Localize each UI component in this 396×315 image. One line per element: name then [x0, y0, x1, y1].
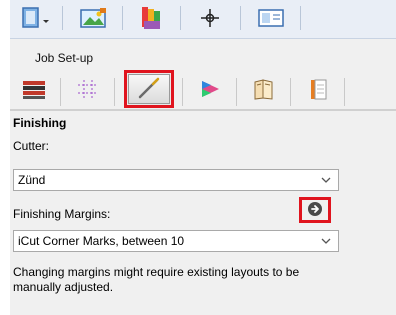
- job-setup-panel: Job Set-up Finishing Cutter: Zünd Finish…: [10, 0, 396, 315]
- margins-value: iCut Corner Marks, between 10: [18, 234, 185, 248]
- page-icon: [19, 6, 53, 30]
- layout-icon: [256, 7, 286, 29]
- color-prism-icon: [197, 77, 223, 104]
- color-profile-button[interactable]: [132, 4, 172, 32]
- grid-dots-icon: [75, 78, 101, 103]
- cutter-value: Zünd: [18, 173, 46, 187]
- image-import-button[interactable]: [74, 4, 114, 32]
- chevron-down-icon: [320, 170, 332, 190]
- document-icon: [306, 77, 330, 104]
- tab-document[interactable]: [296, 74, 340, 106]
- tab-grid[interactable]: [66, 74, 110, 106]
- margins-select[interactable]: iCut Corner Marks, between 10: [13, 230, 339, 252]
- section-title: Finishing: [13, 116, 67, 130]
- cutter-select[interactable]: Zünd: [13, 169, 339, 191]
- panel-title: Job Set-up: [35, 51, 94, 65]
- margins-info-button[interactable]: [299, 197, 331, 223]
- layout-view-button[interactable]: [250, 4, 292, 32]
- tabs-divider: [10, 109, 396, 111]
- tab-color[interactable]: [188, 74, 232, 106]
- tab-media[interactable]: [12, 74, 56, 106]
- tab-book[interactable]: [242, 74, 286, 106]
- arrow-right-circle-icon: [307, 201, 323, 220]
- color-swatch-icon: [138, 5, 166, 31]
- crosshair-icon: [198, 6, 222, 30]
- tab-finishing[interactable]: [124, 70, 174, 108]
- media-stack-icon: [19, 77, 49, 104]
- image-icon: [78, 6, 110, 30]
- cutter-knife-icon: [136, 76, 162, 103]
- registration-button[interactable]: [190, 4, 230, 32]
- margins-note: Changing margins might require existing …: [13, 265, 300, 294]
- page-setup-dropdown-button[interactable]: [16, 4, 56, 32]
- chevron-down-icon: [320, 231, 332, 251]
- job-setup-tabs: [10, 68, 396, 110]
- top-toolbar: [10, 0, 396, 39]
- margins-label: Finishing Margins:: [13, 207, 111, 221]
- book-icon: [251, 77, 277, 104]
- cutter-label: Cutter:: [13, 139, 50, 153]
